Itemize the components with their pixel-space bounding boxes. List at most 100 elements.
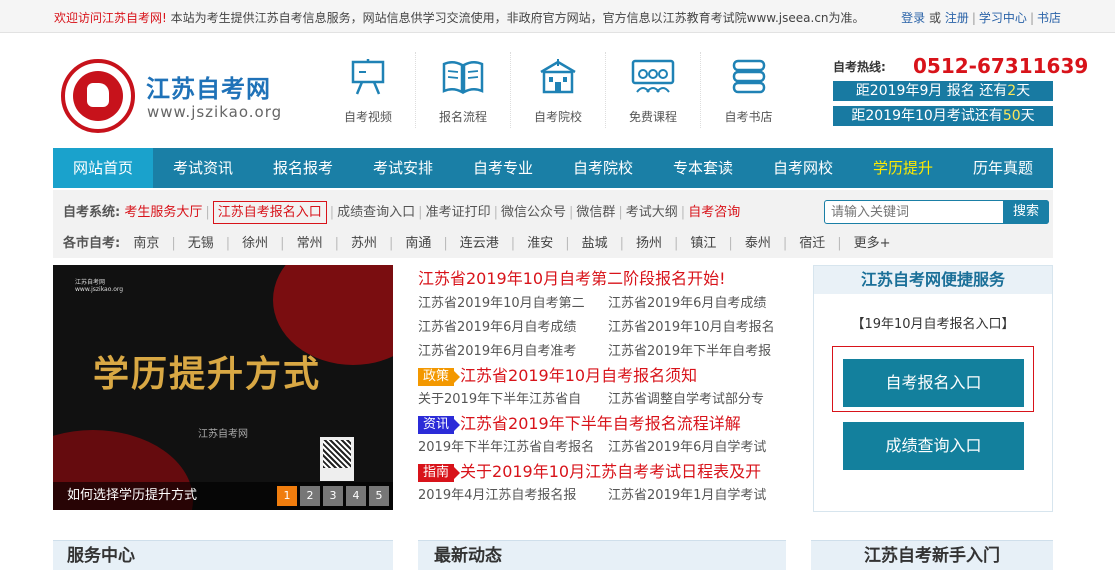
divider: |: [565, 236, 570, 251]
news-link[interactable]: 江苏省2019年下半年自考报: [608, 340, 798, 364]
news-link[interactable]: 江苏省2019年6月自学考试: [608, 436, 798, 460]
news-link[interactable]: 江苏省2019年6月自考准考: [418, 340, 608, 364]
info-headline[interactable]: 资讯 江苏省2019年下半年自考报名流程详解: [418, 412, 798, 436]
search-input[interactable]: [831, 203, 1001, 221]
welcome-text: 欢迎访问江苏自考网!: [54, 11, 167, 25]
city-link[interactable]: 镇江: [690, 232, 716, 251]
news-link[interactable]: 江苏省2019年6月自考成绩: [418, 316, 608, 340]
divider: |: [280, 236, 285, 251]
nav-home[interactable]: 网站首页: [53, 148, 153, 188]
school-icon: [540, 59, 576, 94]
city-link[interactable]: 宿迁: [799, 232, 825, 251]
news-link[interactable]: 2019年4月江苏自考报名报: [418, 484, 608, 508]
banner-page-button[interactable]: 5: [369, 486, 389, 506]
banner-page-button[interactable]: 3: [323, 486, 343, 506]
city-link[interactable]: 徐州: [242, 232, 268, 251]
system-link-syllabus[interactable]: 考试大纲: [626, 205, 678, 220]
policy-tag: 政策: [418, 368, 461, 386]
login-link[interactable]: 登录: [901, 11, 925, 25]
system-bar: 自考系统: 考生服务大厅 | 江苏自考报名入口 | 成绩查询入口 | 准考证打印 | 微信公众号…: [53, 190, 1053, 258]
guide-tag: 指南: [418, 464, 461, 482]
nav-registration[interactable]: 报名报考: [253, 148, 353, 188]
city-link[interactable]: 苏州: [351, 232, 377, 251]
system-link-wechat-account[interactable]: 微信公众号: [501, 205, 566, 220]
news-link[interactable]: 关于2019年下半年江苏省自: [418, 388, 608, 412]
banner-page-button[interactable]: 1: [277, 486, 297, 506]
service-center-header: 服务中心: [53, 540, 393, 570]
score-query-button[interactable]: 成绩查询入口: [843, 422, 1024, 470]
guide-title[interactable]: 关于2019年10月江苏自考考试日程表及开: [460, 462, 761, 481]
news-link[interactable]: 江苏省2019年10月自考报名: [608, 316, 798, 340]
divider: |: [782, 236, 788, 251]
nav-past-papers[interactable]: 历年真题: [953, 148, 1053, 188]
latest-news-header: 最新动态: [418, 540, 786, 570]
news-link[interactable]: 江苏省2019年10月自考第二: [418, 292, 608, 316]
news-link[interactable]: 2019年下半年江苏省自考报名: [418, 436, 608, 460]
city-link[interactable]: 无锡: [188, 232, 214, 251]
news-link[interactable]: 江苏省2019年1月自学考试: [608, 484, 798, 508]
city-link[interactable]: 南通: [405, 232, 431, 251]
system-label: 自考系统:: [63, 205, 121, 220]
system-link-consult[interactable]: 自考咨询: [688, 205, 740, 220]
system-link-wechat-group[interactable]: 微信群: [576, 205, 615, 220]
countdown-unit: 天: [1016, 83, 1031, 99]
news-headline[interactable]: 江苏省2019年10月自考第二阶段报名开始!: [418, 265, 798, 292]
policy-headline[interactable]: 政策 江苏省2019年10月自考报名须知: [418, 364, 798, 388]
nav-schools[interactable]: 自考院校: [553, 148, 653, 188]
system-link-admission-ticket[interactable]: 准考证打印: [426, 205, 491, 220]
banner-page-button[interactable]: 4: [346, 486, 366, 506]
news-row: 江苏省2019年10月自考第二 江苏省2019年6月自考成绩: [418, 292, 798, 316]
nav-combined-degree[interactable]: 专本套读: [653, 148, 753, 188]
info-tag: 资讯: [418, 416, 461, 434]
city-link[interactable]: 盐城: [582, 232, 608, 251]
system-link-registration[interactable]: 江苏自考报名入口: [212, 201, 327, 224]
countdown-text: 距2019年10月考试还有: [851, 108, 1003, 124]
city-link[interactable]: 淮安: [527, 232, 553, 251]
system-link-score[interactable]: 成绩查询入口: [337, 205, 415, 220]
countdown-registration: 距2019年9月 报名 还有2天: [833, 81, 1053, 101]
quicknav-bookstore[interactable]: 自考书店: [701, 52, 796, 128]
city-link[interactable]: 泰州: [745, 232, 771, 251]
quicknav-label: 自考院校: [533, 110, 582, 124]
site-title[interactable]: 江苏自考网: [146, 69, 271, 104]
quicknav-label: 免费课程: [628, 110, 677, 124]
news-row: 关于2019年下半年江苏省自 江苏省调整自学考试部分专: [418, 388, 798, 412]
register-link[interactable]: 注册: [945, 11, 969, 25]
policy-title[interactable]: 江苏省2019年10月自考报名须知: [460, 366, 697, 385]
divider: |: [388, 236, 394, 251]
guide-headline[interactable]: 指南 关于2019年10月江苏自考考试日程表及开: [418, 460, 798, 484]
news-link[interactable]: 江苏省调整自学考试部分专: [608, 388, 798, 412]
system-link-service-hall[interactable]: 考生服务大厅: [124, 205, 202, 220]
nav-exam-schedule[interactable]: 考试安排: [353, 148, 453, 188]
classroom-icon: [631, 59, 675, 93]
bookstore-link[interactable]: 书店: [1037, 11, 1061, 25]
quicknav-courses[interactable]: 免费课程: [606, 52, 701, 128]
quicknav-video[interactable]: 自考视频: [321, 52, 416, 128]
nav-degree-upgrade[interactable]: 学历提升: [853, 148, 953, 188]
search-button[interactable]: 搜索: [1003, 200, 1049, 224]
city-link[interactable]: 扬州: [636, 232, 662, 251]
city-link[interactable]: 常州: [297, 232, 323, 251]
city-link[interactable]: 连云港: [460, 232, 499, 251]
banner-page-button[interactable]: 2: [300, 486, 320, 506]
study-center-link[interactable]: 学习中心: [979, 11, 1027, 25]
quicknav-schools[interactable]: 自考院校: [511, 52, 606, 128]
banner-slideshow[interactable]: 江苏自考网 www.jszikao.org 学历提升方式 江苏自考网 如何选择学历…: [53, 265, 393, 510]
nav-majors[interactable]: 自考专业: [453, 148, 553, 188]
divider: |: [1029, 11, 1034, 25]
news-link[interactable]: 江苏省2019年6月自考成绩: [608, 292, 798, 316]
city-link[interactable]: 南京: [133, 232, 159, 251]
qr-code: [320, 437, 354, 481]
registration-entry-button[interactable]: 自考报名入口: [843, 359, 1024, 407]
quick-nav: 自考视频 报名流程 自考院校 免费课程 自考书店: [321, 52, 796, 128]
nav-exam-news[interactable]: 考试资讯: [153, 148, 253, 188]
site-notice: 欢迎访问江苏自考网! 本站为考生提供江苏自考信息服务，网站信息供学习交流使用，非…: [54, 9, 865, 26]
info-title[interactable]: 江苏省2019年下半年自考报名流程详解: [460, 414, 741, 433]
nav-online-school[interactable]: 自考网校: [753, 148, 853, 188]
quicknav-process[interactable]: 报名流程: [416, 52, 511, 128]
countdown-exam: 距2019年10月考试还有50天: [833, 106, 1053, 126]
site-logo[interactable]: [61, 59, 135, 133]
more-cities-link[interactable]: 更多+: [854, 232, 891, 251]
divider: |: [837, 236, 842, 251]
service-registration-link[interactable]: 【19年10月自考报名入口】: [814, 313, 1052, 332]
